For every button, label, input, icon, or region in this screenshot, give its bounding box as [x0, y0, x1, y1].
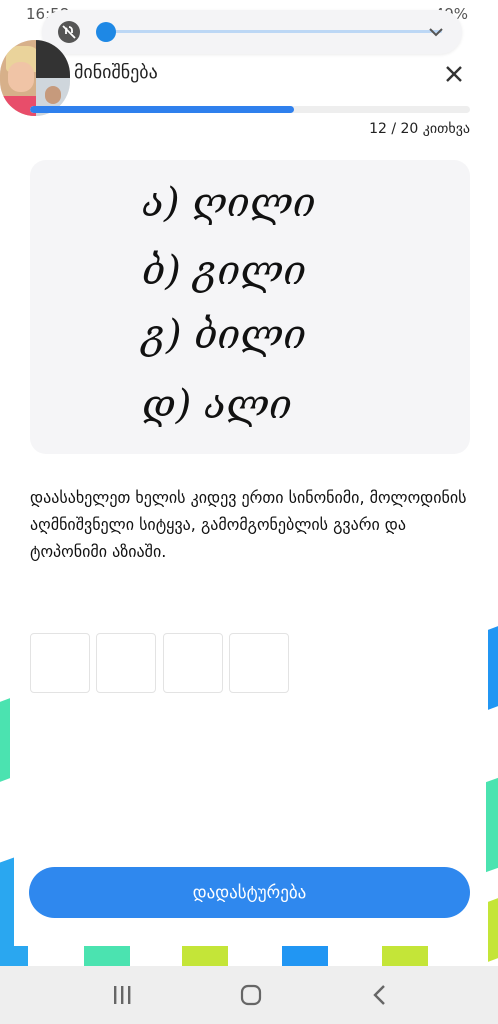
image-line-1: ა) ღილი — [142, 180, 316, 226]
media-progress-knob[interactable] — [96, 22, 116, 42]
question-counter: 12 / 20 კითხვა — [369, 121, 470, 137]
close-button[interactable] — [440, 60, 468, 88]
question-image: ა) ღილი ბ) გილი გ) ბილი დ) ალი — [30, 160, 470, 454]
quiz-progress-bar — [30, 106, 470, 113]
avatar[interactable] — [0, 40, 70, 116]
decor-stripe — [486, 777, 498, 873]
image-line-4: დ) ალი — [142, 382, 292, 428]
confirm-button[interactable]: დადასტურება — [29, 867, 470, 918]
decor-tile — [282, 946, 328, 966]
avatar-user-a — [0, 40, 40, 116]
decor-stripe — [488, 626, 498, 710]
image-line-2: ბ) გილი — [142, 248, 306, 294]
recents-icon[interactable] — [108, 982, 138, 1008]
home-icon[interactable] — [236, 982, 266, 1008]
answer-slot[interactable] — [229, 633, 289, 693]
decor-tile — [182, 946, 228, 966]
answer-slot[interactable] — [30, 633, 90, 693]
back-icon[interactable] — [366, 982, 396, 1008]
media-control[interactable] — [42, 10, 462, 54]
close-icon — [440, 66, 468, 91]
avatar-user-b — [36, 40, 70, 78]
decor-tile — [0, 946, 28, 966]
chevron-down-icon[interactable] — [426, 22, 446, 46]
answer-slot[interactable] — [96, 633, 156, 693]
decor-stripe — [0, 857, 14, 953]
media-progress-track[interactable] — [104, 30, 442, 33]
decor-tile — [84, 946, 130, 966]
system-navigation-bar — [0, 966, 498, 1024]
question-prompt: დაასახელეთ ხელის კიდევ ერთი სინონიმი, მო… — [30, 488, 467, 561]
decor-tile — [382, 946, 428, 966]
page-title: მინიშნება — [74, 62, 158, 83]
decor-tiles — [0, 946, 498, 966]
decor-stripe — [0, 698, 10, 782]
quiz-progress-fill — [30, 106, 294, 113]
answer-slot[interactable] — [163, 633, 223, 693]
image-line-3: გ) ბილი — [140, 312, 306, 358]
